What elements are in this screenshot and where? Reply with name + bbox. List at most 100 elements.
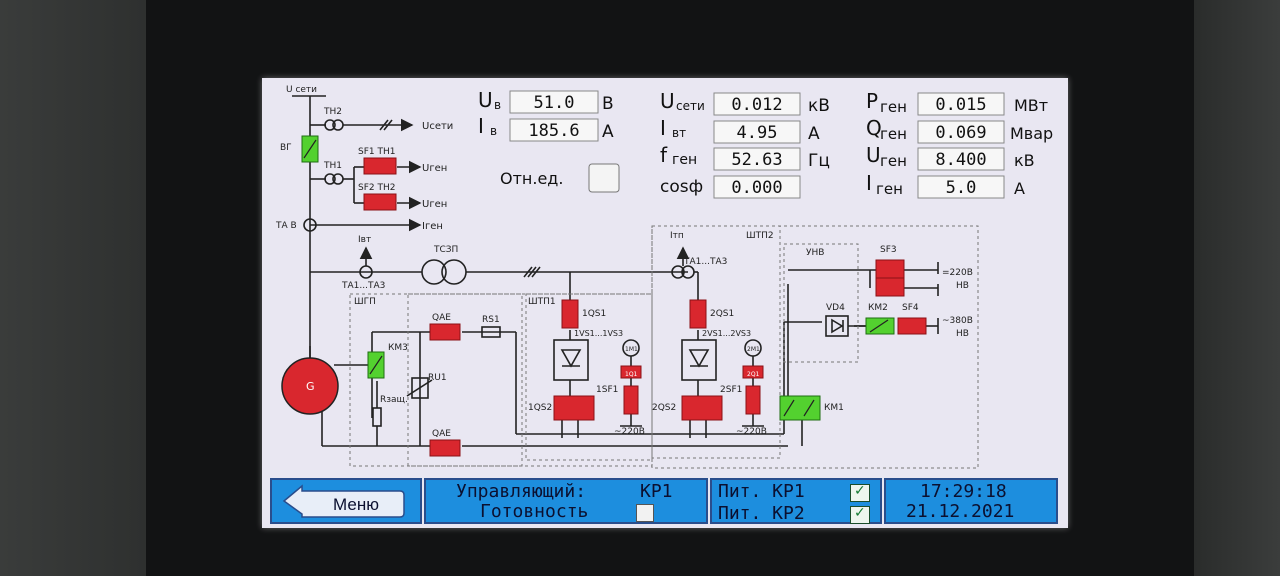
fgen-sub: ген: [672, 152, 697, 168]
clock-time: 17:29:18: [920, 481, 1007, 502]
ugen-value: 8.400: [935, 150, 986, 170]
pit-kr2-checkbox[interactable]: [850, 505, 870, 524]
control-value: КР1: [640, 481, 673, 502]
fgen-value: 52.63: [731, 150, 782, 170]
label-2m1: 2М1: [747, 346, 760, 353]
sf4-breaker[interactable]: [897, 317, 927, 335]
sf2-th2-breaker[interactable]: [363, 193, 397, 211]
label-nv2: НВ: [956, 329, 969, 339]
ivt-value: 4.95: [737, 123, 778, 143]
useti-unit: кВ: [808, 96, 830, 116]
label-ta1ta3-left: ТА1...ТА3: [341, 281, 385, 291]
label-km1: КМ1: [824, 403, 844, 413]
control-label: Управляющий:: [456, 481, 587, 502]
label-sf2-th2: SF2 TH2: [358, 183, 395, 193]
km1-switch[interactable]: [779, 395, 821, 421]
label-shtp2: ШТП2: [746, 231, 774, 241]
ivt-unit: А: [808, 124, 820, 144]
uv-sub: в: [494, 98, 501, 112]
sf3-breaker-top[interactable]: [875, 259, 905, 279]
sf3-breaker-bottom[interactable]: [875, 277, 905, 297]
1sf1-breaker[interactable]: [623, 385, 639, 415]
label-qae-top: QAE: [432, 313, 451, 323]
power-panel: Пит. КР1 Пит. КР2: [710, 478, 882, 524]
clock-panel: 17:29:18 21.12.2021: [884, 478, 1058, 524]
menu-panel: Меню: [270, 478, 422, 524]
2sf1-breaker[interactable]: [745, 385, 761, 415]
otn-label: Отн.ед.: [500, 169, 563, 188]
uv-name: U: [478, 88, 493, 112]
label-2qs2: 2QS2: [652, 403, 676, 413]
iv-name: I: [478, 114, 484, 138]
1qs1-switch[interactable]: [561, 299, 579, 329]
menu-button[interactable]: Меню: [282, 484, 406, 518]
label-nv1: НВ: [956, 281, 969, 291]
iv-value: 185.6: [528, 121, 579, 141]
label-u-seti: U сети: [286, 85, 317, 95]
monitor-bezel-left: [0, 0, 146, 576]
monitor-bezel-right: [1194, 0, 1280, 576]
cosf-name: cosф: [660, 177, 703, 197]
pit-kr2-label: Пит. КР2: [718, 503, 805, 524]
label-rzasch: Rзащ.: [380, 395, 408, 405]
ready-checkbox[interactable]: [636, 504, 654, 522]
ugen-sub: ген: [880, 152, 907, 170]
label-unv: УНВ: [806, 248, 824, 258]
cosf-value: 0.000: [731, 178, 782, 198]
control-panel: Управляющий: КР1 Готовность: [424, 478, 708, 524]
label-dc220: =220В: [942, 268, 973, 278]
label-2vs: 2VS1...2VS3: [702, 329, 751, 338]
label-ru1: RU1: [428, 373, 447, 383]
label-qae-bottom: QAE: [432, 429, 451, 439]
qae-bottom-breaker[interactable]: [429, 439, 461, 457]
menu-label: Меню: [333, 495, 379, 514]
igen-unit: А: [1014, 179, 1025, 198]
ugen-unit: кВ: [1014, 151, 1035, 170]
label-igen: Iген: [422, 221, 443, 232]
useti-sub: сети: [676, 99, 705, 113]
label-useti-arrow: Uсети: [422, 121, 453, 132]
label-tav: ТА В: [275, 221, 297, 231]
ivt-name: I: [660, 116, 666, 140]
label-th2: TH2: [323, 107, 342, 117]
label-220-1: ~220В: [614, 427, 645, 437]
label-km2: КМ2: [868, 303, 888, 313]
igen-value: 5.0: [946, 178, 977, 198]
sf1-th1-breaker[interactable]: [363, 157, 397, 175]
label-1q1: 1Q1: [625, 371, 638, 378]
pit-kr1-checkbox[interactable]: [850, 483, 870, 502]
label-1qs2: 1QS2: [528, 403, 552, 413]
pgen-unit: МВт: [1014, 96, 1048, 115]
label-ugen1: Uген: [422, 163, 447, 174]
single-line-diagram: U в 51.0 В I в 185.6 А Отн.ед. U сети 0.…: [275, 85, 1053, 469]
label-1sf1: 1SF1: [596, 385, 618, 395]
label-vg: ВГ: [280, 143, 292, 153]
label-ac380: ~380В: [942, 316, 973, 326]
label-shtp1: ШТП1: [528, 297, 556, 307]
2qs2-switch[interactable]: [681, 395, 723, 421]
2qs1-switch[interactable]: [689, 299, 707, 329]
label-ivt: Iвт: [358, 235, 371, 245]
igen-sub: ген: [876, 180, 903, 198]
1qs2-switch[interactable]: [553, 395, 595, 421]
pgen-name: P: [866, 89, 878, 113]
label-ugen2: Uген: [422, 199, 447, 210]
qae-top-breaker[interactable]: [429, 323, 461, 341]
label-tszp: ТСЗП: [433, 245, 458, 255]
ready-label: Готовность: [480, 501, 589, 522]
pgen-value: 0.015: [935, 95, 986, 115]
label-th1: TH1: [323, 161, 342, 171]
pgen-sub: ген: [880, 98, 907, 116]
otn-checkbox[interactable]: [588, 163, 620, 193]
iv-unit: А: [602, 122, 614, 142]
useti-name: U: [660, 89, 675, 113]
label-vd4: VD4: [826, 303, 845, 313]
ugen-name: U: [866, 143, 881, 167]
label-km3: КМ3: [388, 343, 408, 353]
label-1qs1: 1QS1: [582, 309, 606, 319]
clock-date: 21.12.2021: [906, 501, 1015, 522]
label-shgp: ШГП: [354, 297, 376, 307]
label-1m1: 1М1: [625, 346, 638, 353]
label-1vs: 1VS1...1VS3: [574, 329, 623, 338]
label-sf1-th1: SF1 TH1: [358, 147, 395, 157]
